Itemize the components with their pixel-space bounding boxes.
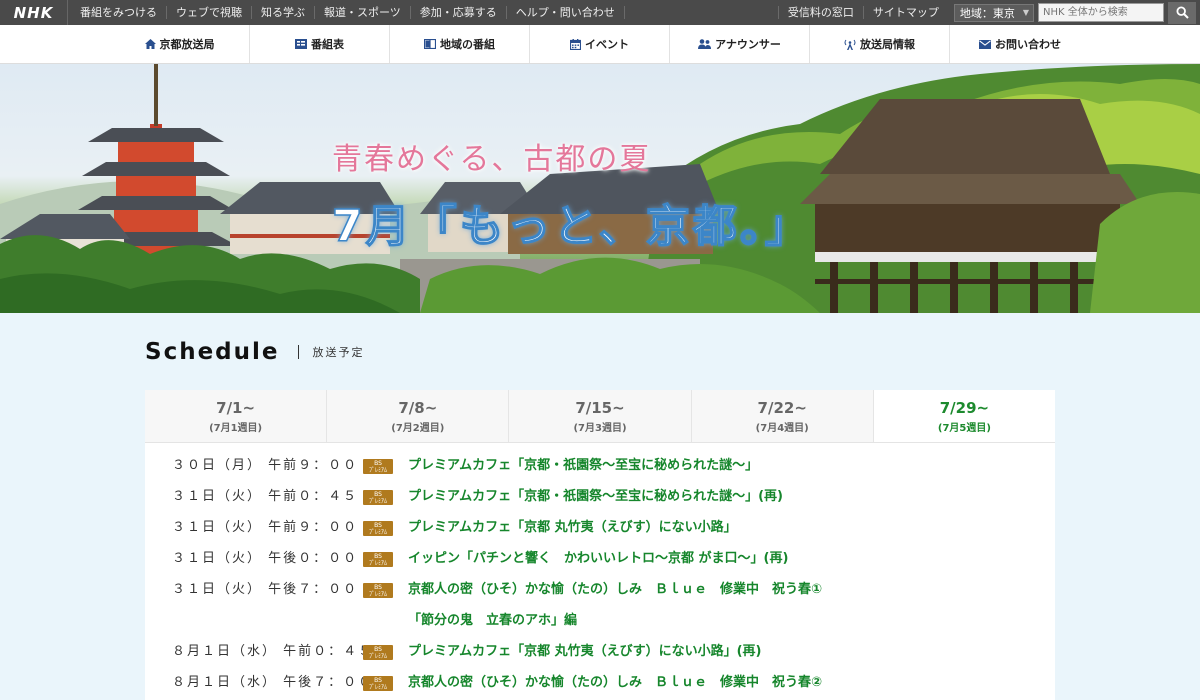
calendar-icon: [570, 38, 581, 50]
week-note: (7月5週目): [937, 422, 991, 434]
week-note: (7月2週目): [391, 422, 445, 434]
search-input[interactable]: [1038, 3, 1164, 22]
link-learn[interactable]: 知る学ぶ: [252, 6, 315, 19]
hero-banner: 青春めぐる、古都の夏 7月「もっと、京都。」: [0, 64, 1200, 313]
broadcast-time: ３１日（火） 午後０：００: [172, 551, 359, 566]
nav-item-label: 番組表: [311, 38, 344, 51]
broadcast-time: ３１日（火） 午前０：４５: [172, 489, 359, 504]
broadcast-time: ８月１日（水） 午後７：００: [172, 675, 374, 690]
nav-item-label: お問い合わせ: [995, 38, 1061, 51]
link-fees[interactable]: 受信料の窓口: [777, 6, 863, 19]
nav-item-contact[interactable]: お問い合わせ: [950, 25, 1090, 63]
program-title-link[interactable]: プレミアムカフェ「京都 丸竹夷（えびす）にない小路」: [408, 519, 737, 537]
link-sitemap[interactable]: サイトマップ: [862, 6, 948, 19]
link-help[interactable]: ヘルプ・問い合わせ: [507, 6, 625, 19]
book-icon: [424, 39, 436, 49]
nav-item-events[interactable]: イベント: [530, 25, 670, 63]
list-item: ３１日（火） 午前９：００ BS ﾌﾟﾚﾐｱﾑ プレミアムカフェ「京都 丸竹夷（え…: [145, 519, 1055, 550]
home-icon: [144, 39, 156, 49]
program-title-link[interactable]: プレミアムカフェ「京都・祇園祭～至宝に秘められた謎～」: [408, 457, 758, 475]
list-item: ３１日（火） 午後７：００ BS ﾌﾟﾚﾐｱﾑ 京都人の密（ひそ）かな愉（たの）し…: [145, 581, 1055, 643]
nav-item-station-info[interactable]: 放送局情報: [810, 25, 950, 63]
schedule-title: Schedule: [145, 339, 280, 365]
nav-item-local-programs[interactable]: 地域の番組: [390, 25, 530, 63]
nav-item-kyoto-station[interactable]: 京都放送局: [110, 25, 250, 63]
week-tabs: 7/1~ (7月1週目) 7/8~ (7月2週目) 7/15~ (7月3週目) …: [145, 390, 1056, 443]
search-icon: [1175, 6, 1189, 19]
program-list: ３０日（月） 午前９：００ BS ﾌﾟﾚﾐｱﾑ プレミアムカフェ「京都・祇園祭～至…: [145, 443, 1055, 700]
program-title-link[interactable]: プレミアムカフェ「京都・祇園祭～至宝に秘められた謎～」(再): [408, 488, 783, 506]
week-note: (7月3週目): [573, 422, 627, 434]
nhk-logo[interactable]: NHK: [0, 0, 68, 25]
week-note: (7月1週目): [209, 422, 263, 434]
header-right: 受信料の窓口 サイトマップ 地域：東京 ▼: [777, 0, 1200, 25]
schedule-section: Schedule 放送予定 7/1~ (7月1週目) 7/8~ (7月2週目) …: [0, 313, 1200, 700]
list-item: ３１日（火） 午前０：４５ BS ﾌﾟﾚﾐｱﾑ プレミアムカフェ「京都・祇園祭～至…: [145, 488, 1055, 519]
divider: [297, 345, 299, 359]
dropdown-arrow-icon: ▼: [1022, 8, 1029, 17]
hero-title: 7月「もっと、京都。」: [331, 200, 812, 253]
nav-item-label: 京都放送局: [159, 38, 215, 51]
week-date: 7/29~: [939, 398, 990, 417]
week-date: 7/8~: [398, 398, 438, 417]
link-news-sports[interactable]: 報道・スポーツ: [315, 6, 411, 19]
nav-item-announcers[interactable]: アナウンサー: [670, 25, 810, 63]
week-date: 7/15~: [575, 398, 625, 417]
link-watch-web[interactable]: ウェブで視聴: [167, 6, 252, 19]
nav-item-label: 地域の番組: [440, 38, 495, 51]
region-select[interactable]: 地域：東京 ▼: [953, 3, 1034, 22]
program-title-link[interactable]: 京都人の密（ひそ）かな愉（たの）しみ Ｂｌｕｅ 修業中 祝う春① 「節分の鬼 立…: [408, 581, 822, 630]
people-icon: [698, 39, 712, 49]
mail-icon: [979, 39, 991, 49]
list-item: ３０日（月） 午前９：００ BS ﾌﾟﾚﾐｱﾑ プレミアムカフェ「京都・祇園祭～至…: [145, 457, 1055, 488]
broadcast-time: ８月１日（水） 午前０：４５: [172, 644, 374, 659]
nav-item-label: イベント: [585, 38, 629, 51]
week-date: 7/22~: [757, 398, 807, 417]
station-nav: 京都放送局 番組表 地域の番組 イベント アナウンサー 放送局情報 お問い合わせ: [0, 25, 1200, 64]
bs-premium-channel-icon: BS ﾌﾟﾚﾐｱﾑ: [363, 490, 393, 505]
bs-premium-channel-icon: BS ﾌﾟﾚﾐｱﾑ: [363, 676, 393, 691]
hero-subtitle: 青春めぐる、古都の夏: [332, 142, 652, 177]
region-label: 地域：東京: [959, 6, 1015, 20]
bs-premium-channel-icon: BS ﾌﾟﾚﾐｱﾑ: [363, 583, 393, 598]
program-title-link[interactable]: 京都人の密（ひそ）かな愉（たの）しみ Ｂｌｕｅ 修業中 祝う春②: [408, 674, 822, 692]
bs-premium-channel-icon: BS ﾌﾟﾚﾐｱﾑ: [363, 459, 393, 474]
program-title-link[interactable]: イッピン「パチンと響く かわいいレトロ～京都 がま口～」(再): [408, 550, 788, 568]
week-note: (7月4週目): [755, 422, 809, 434]
week-date: 7/1~: [216, 398, 256, 417]
bs-premium-channel-icon: BS ﾌﾟﾚﾐｱﾑ: [363, 645, 393, 660]
tab-week-4[interactable]: 7/22~ (7月4週目): [691, 390, 874, 442]
global-header: NHK 番組をみつける ウェブで視聴 知る学ぶ 報道・スポーツ 参加・応募する …: [0, 0, 1200, 25]
list-item: ８月１日（水） 午前０：４５ BS ﾌﾟﾚﾐｱﾑ プレミアムカフェ「京都 丸竹夷（…: [145, 643, 1055, 674]
program-title-line1: 京都人の密（ひそ）かな愉（たの）しみ Ｂｌｕｅ 修業中 祝う春①: [408, 582, 823, 597]
tv-guide-icon: [295, 39, 307, 49]
nav-item-label: 放送局情報: [860, 38, 915, 51]
program-title-link[interactable]: プレミアムカフェ「京都 丸竹夷（えびす）にない小路」(再): [408, 643, 762, 661]
global-nav-links: 番組をみつける ウェブで視聴 知る学ぶ 報道・スポーツ 参加・応募する ヘルプ・…: [68, 6, 778, 19]
bs-premium-channel-icon: BS ﾌﾟﾚﾐｱﾑ: [363, 521, 393, 536]
nav-item-tv-guide[interactable]: 番組表: [250, 25, 390, 63]
tab-week-3[interactable]: 7/15~ (7月3週目): [509, 390, 692, 442]
list-item: ３１日（火） 午後０：００ BS ﾌﾟﾚﾐｱﾑ イッピン「パチンと響く かわいいレ…: [145, 550, 1055, 581]
nav-item-label: アナウンサー: [715, 38, 781, 51]
link-find-programs[interactable]: 番組をみつける: [68, 6, 167, 19]
tab-week-2[interactable]: 7/8~ (7月2週目): [327, 390, 510, 442]
antenna-icon: [844, 39, 856, 50]
link-participate[interactable]: 参加・応募する: [411, 6, 507, 19]
schedule-subtitle: 放送予定: [312, 346, 365, 359]
schedule-header: Schedule 放送予定: [145, 339, 365, 365]
kyoto-temple-illustration: [0, 64, 1200, 313]
list-item: ８月１日（水） 午後７：００ BS ﾌﾟﾚﾐｱﾑ 京都人の密（ひそ）かな愉（たの）…: [145, 674, 1055, 700]
program-title-line2: 「節分の鬼 立春のアホ」編: [408, 613, 578, 628]
broadcast-time: ３１日（火） 午後７：００: [172, 582, 359, 597]
broadcast-time: ３１日（火） 午前９：００: [172, 520, 359, 535]
tab-week-5[interactable]: 7/29~ (7月5週目): [873, 390, 1056, 442]
search-button[interactable]: [1168, 1, 1196, 24]
broadcast-time: ３０日（月） 午前９：００: [172, 458, 359, 473]
tab-week-1[interactable]: 7/1~ (7月1週目): [145, 390, 328, 442]
bs-premium-channel-icon: BS ﾌﾟﾚﾐｱﾑ: [363, 552, 393, 567]
